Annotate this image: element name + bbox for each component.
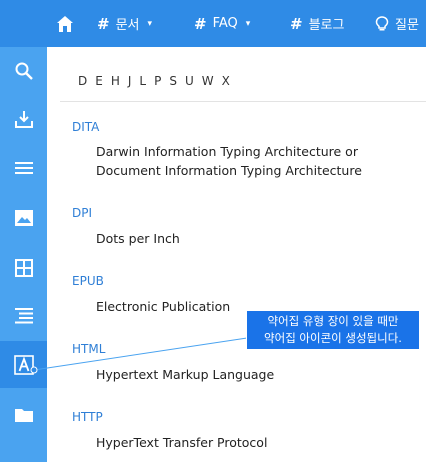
image-icon <box>14 209 33 226</box>
divider <box>60 101 426 102</box>
letter-link[interactable]: H <box>111 74 120 88</box>
download-icon <box>14 110 33 128</box>
align-icon <box>14 307 33 323</box>
nav-questions[interactable]: 질문 <box>375 0 419 47</box>
folder-icon <box>14 408 33 422</box>
glossary-term: HTTP <box>72 410 103 424</box>
sidebar-tables[interactable] <box>0 244 47 291</box>
glossary-term: DITA <box>72 120 100 134</box>
grid-icon <box>14 258 33 277</box>
letter-link[interactable]: L <box>139 74 146 88</box>
sidebar-menu[interactable] <box>0 144 47 191</box>
glossary-term: HTML <box>72 342 106 356</box>
lightbulb-icon <box>375 15 389 30</box>
glossary-definition: Darwin Information Typing Architecture o… <box>96 144 362 178</box>
letter-index: D E H J L P S U W X <box>78 74 238 88</box>
nav-blog[interactable]: # 블로그 <box>290 0 344 47</box>
hash-icon: # <box>194 14 207 33</box>
letter-link[interactable]: E <box>95 74 103 88</box>
sidebar <box>0 47 47 462</box>
letter-link[interactable]: S <box>169 74 177 88</box>
search-icon <box>15 62 33 80</box>
hash-icon: # <box>97 14 110 33</box>
chevron-down-icon: ▾ <box>245 18 251 29</box>
letter-link[interactable]: D <box>78 74 87 88</box>
letter-link[interactable]: J <box>128 74 132 88</box>
glossary-definition: HyperText Transfer Protocol <box>96 435 268 450</box>
nav-docs-label: 문서 <box>115 18 140 33</box>
glossary-term: DPI <box>72 206 93 220</box>
chevron-down-icon: ▾ <box>147 18 153 29</box>
callout-line-1: 약어집 유형 장이 있을 때만 <box>267 314 399 328</box>
top-navbar: # 문서 ▾ # FAQ ▾ # 블로그 질문 <box>0 0 426 47</box>
letter-link[interactable]: U <box>185 74 194 88</box>
glossary-icon <box>13 354 34 375</box>
sidebar-folder[interactable] <box>0 391 47 438</box>
letter-link[interactable]: P <box>154 74 161 88</box>
sidebar-search[interactable] <box>0 47 47 94</box>
glossary-definition: Dots per Inch <box>96 231 180 246</box>
nav-questions-label: 질문 <box>395 18 419 33</box>
callout-box: 약어집 유형 장이 있을 때만 약어집 아이콘이 생성됩니다. <box>246 310 420 350</box>
sidebar-images[interactable] <box>0 194 47 241</box>
callout-line-2: 약어집 아이콘이 생성됩니다. <box>264 331 402 345</box>
sidebar-download[interactable] <box>0 95 47 142</box>
sidebar-align[interactable] <box>0 292 47 339</box>
glossary-term: EPUB <box>72 274 104 288</box>
nav-blog-label: 블로그 <box>308 18 345 33</box>
sidebar-glossary[interactable] <box>0 341 47 388</box>
nav-docs[interactable]: # 문서 ▾ <box>97 0 152 47</box>
hash-icon: # <box>290 14 303 33</box>
home-button[interactable] <box>48 0 82 47</box>
nav-faq-label: FAQ <box>212 16 238 31</box>
home-icon <box>57 15 73 32</box>
letter-link[interactable]: X <box>222 74 230 88</box>
menu-icon <box>14 161 33 174</box>
nav-faq[interactable]: # FAQ ▾ <box>194 0 250 47</box>
glossary-definition: Hypertext Markup Language <box>96 367 275 382</box>
letter-link[interactable]: W <box>202 74 214 88</box>
